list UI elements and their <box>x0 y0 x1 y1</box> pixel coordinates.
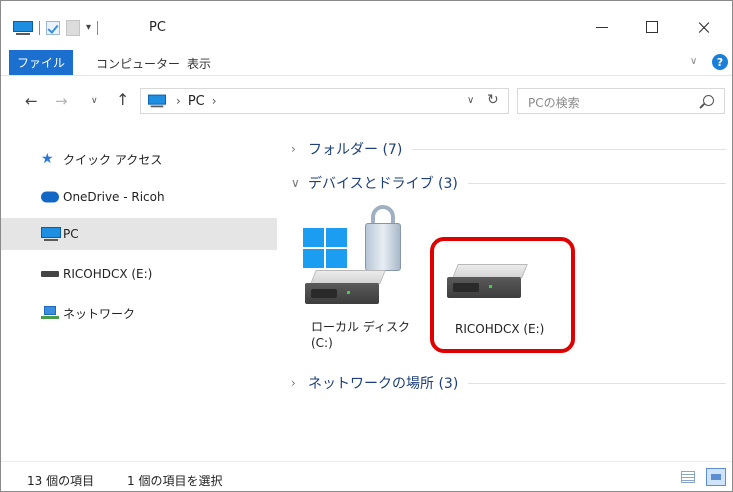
sidebar-item-quick-access[interactable]: ★ クイック アクセス <box>1 143 277 175</box>
lock-icon <box>365 223 401 271</box>
group-title: フォルダー (7) <box>308 142 403 158</box>
large-icons-view-icon[interactable] <box>706 468 726 486</box>
search-icon[interactable] <box>703 95 714 106</box>
drive-label-line2: (C:) <box>311 336 333 350</box>
group-header-network-locations[interactable]: › ネットワークの場所 (3) <box>291 373 726 393</box>
expand-ribbon-icon[interactable]: ∨ <box>690 56 697 67</box>
drive-label-line1: ローカル ディスク <box>311 320 410 334</box>
quick-access-toolbar: ▾ <box>13 19 99 37</box>
help-icon[interactable]: ? <box>712 54 728 70</box>
chevron-right-icon[interactable]: › <box>291 142 305 156</box>
title-bar: ▾ PC × <box>1 1 732 45</box>
ribbon: ファイル コンピューター 表示 ∨ ? <box>1 48 732 76</box>
navigation-pane: ★ クイック アクセス OneDrive - Ricoh PC RICOHDCX… <box>1 125 277 461</box>
minimize-icon <box>596 26 608 28</box>
up-button[interactable]: ↑ <box>116 90 129 109</box>
sidebar-item-label: OneDrive - Ricoh <box>63 190 165 204</box>
new-folder-icon[interactable] <box>66 20 80 36</box>
item-count: 13 個の項目 <box>27 474 95 488</box>
minimize-button[interactable] <box>579 13 625 41</box>
tab-file[interactable]: ファイル <box>9 50 73 75</box>
group-header-folders[interactable]: › フォルダー (7) <box>291 139 726 159</box>
toolbar-separator <box>39 21 40 35</box>
content-pane: › フォルダー (7) ∨ デバイスとドライブ (3) ローカル ディスク (C… <box>277 125 732 461</box>
group-title: デバイスとドライブ (3) <box>308 176 458 192</box>
window-title: PC <box>149 20 166 35</box>
tab-computer[interactable]: コンピューター <box>96 55 180 72</box>
sidebar-item-label: ネットワーク <box>63 306 136 321</box>
sidebar-item-onedrive[interactable]: OneDrive - Ricoh <box>1 181 277 213</box>
maximize-icon <box>646 21 658 33</box>
details-view-icon[interactable] <box>681 471 695 483</box>
selection-count: 1 個の項目を選択 <box>127 474 223 488</box>
back-button[interactable]: ← <box>25 92 38 110</box>
maximize-button[interactable] <box>629 13 675 41</box>
sidebar-item-network[interactable]: ネットワーク <box>1 297 277 329</box>
star-icon: ★ <box>41 151 54 167</box>
chevron-down-icon[interactable]: ∨ <box>291 176 305 190</box>
toolbar-separator <box>97 21 99 35</box>
network-icon <box>41 306 59 320</box>
group-divider <box>467 182 726 184</box>
address-bar[interactable]: › PC › <box>140 88 509 114</box>
address-dropdown-icon[interactable]: ∨ <box>467 95 474 106</box>
properties-icon[interactable] <box>46 21 60 35</box>
highlight-frame <box>430 237 575 353</box>
windows-logo-icon <box>303 228 347 268</box>
breadcrumb-separator[interactable]: › <box>212 94 217 108</box>
breadcrumb-separator[interactable]: › <box>176 94 181 108</box>
sidebar-item-label: クイック アクセス <box>63 152 163 167</box>
recent-locations-button[interactable]: ∨ <box>91 96 98 106</box>
cloud-icon <box>41 191 59 203</box>
sidebar-item-label: PC <box>63 227 79 241</box>
sidebar-item-label: RICOHDCX (E:) <box>63 267 153 281</box>
pc-icon <box>41 227 61 241</box>
sidebar-item-pc[interactable]: PC <box>1 218 277 250</box>
customize-toolbar-icon[interactable]: ▾ <box>86 23 91 33</box>
breadcrumb-pc[interactable]: PC <box>188 94 205 109</box>
drive-label: ローカル ディスク (C:) <box>311 319 410 351</box>
group-divider <box>412 148 726 150</box>
group-divider <box>468 382 726 384</box>
refresh-icon[interactable]: ↻ <box>487 92 499 108</box>
close-button[interactable]: × <box>681 13 727 41</box>
drive-icon <box>41 271 59 277</box>
group-header-devices[interactable]: ∨ デバイスとドライブ (3) <box>291 173 726 193</box>
chevron-right-icon[interactable]: › <box>291 376 305 390</box>
tab-view[interactable]: 表示 <box>187 55 211 72</box>
pc-icon <box>13 21 33 35</box>
pc-icon <box>148 94 166 108</box>
status-bar: 13 個の項目 1 個の項目を選択 <box>1 461 732 491</box>
system-drive-icon <box>305 270 386 304</box>
explorer-window: ▾ PC × ファイル コンピューター 表示 ∨ ? ← → ∨ ↑ › PC … <box>0 0 733 492</box>
group-title: ネットワークの場所 (3) <box>308 376 459 392</box>
forward-button[interactable]: → <box>55 92 68 110</box>
sidebar-item-ricohdcx[interactable]: RICOHDCX (E:) <box>1 258 277 290</box>
navigation-bar: ← → ∨ ↑ › PC › ∨ ↻ PCの検索 <box>1 81 732 121</box>
search-input[interactable]: PCの検索 <box>528 94 580 111</box>
search-box[interactable]: PCの検索 <box>517 88 725 114</box>
